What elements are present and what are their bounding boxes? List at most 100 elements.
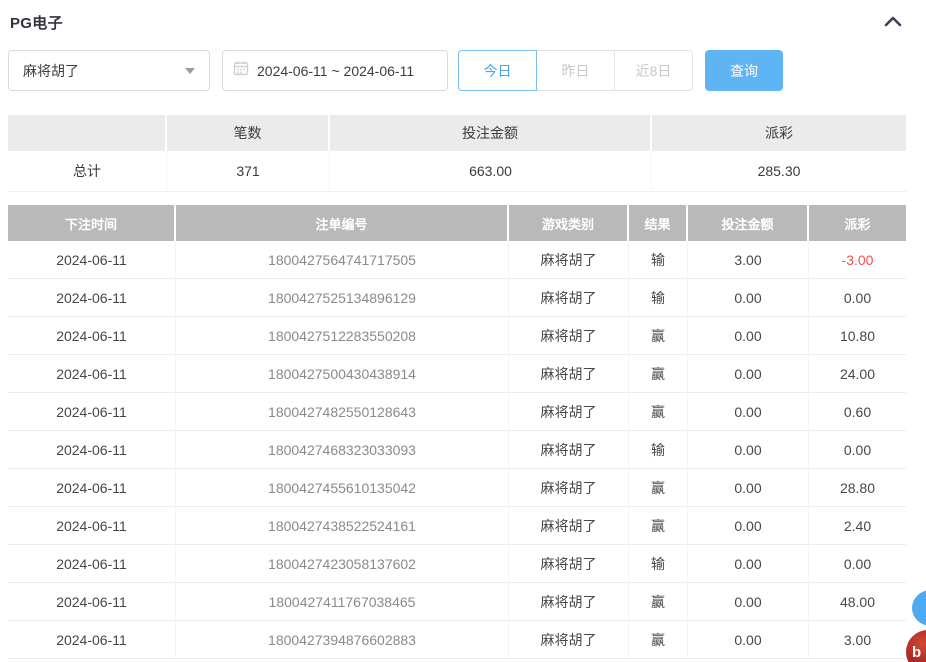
table-row: 2024-06-111800427423058137602麻将胡了输0.000.…: [8, 545, 906, 583]
game-type-cell: 麻将胡了: [509, 545, 629, 583]
brand-logo-letter: b: [912, 644, 921, 661]
game-type-cell: 麻将胡了: [509, 431, 629, 469]
summary-header-empty: [8, 115, 167, 151]
bet-id-cell: 1800427468323033093: [176, 431, 509, 469]
records-header-bet-amount: 投注金额: [688, 205, 809, 241]
bet-amount-cell: 3.00: [688, 241, 809, 279]
quick-filter-group: 今日 昨日 近8日: [458, 50, 693, 91]
bet-amount-cell: 0.00: [688, 279, 809, 317]
date-range-input[interactable]: 2024-06-11 ~ 2024-06-11: [222, 50, 448, 91]
bet-time-cell: 2024-06-11: [8, 241, 176, 279]
collapse-button[interactable]: [880, 11, 906, 33]
payout-cell: 0.00: [809, 545, 906, 583]
bet-id-cell: 1800427525134896129: [176, 279, 509, 317]
records-table: 下注时间 注单编号 游戏类别 结果 投注金额 派彩 2024-06-111800…: [8, 205, 906, 659]
game-type-cell: 麻将胡了: [509, 355, 629, 393]
game-type-cell: 麻将胡了: [509, 317, 629, 355]
result-cell: 赢: [629, 393, 688, 431]
game-select-value: 麻将胡了: [23, 61, 79, 81]
floating-brand-button[interactable]: b: [906, 630, 926, 662]
pg-records-panel: PG电子 麻将胡了 2024-06-11 ~ 2024-06-11 今日 昨日 …: [0, 0, 926, 662]
bet-amount-cell: 0.00: [688, 317, 809, 355]
bet-time-cell: 2024-06-11: [8, 393, 176, 431]
table-row: 2024-06-111800427411767038465麻将胡了赢0.0048…: [8, 583, 906, 621]
payout-cell: 0.00: [809, 279, 906, 317]
filter-bar: 麻将胡了 2024-06-11 ~ 2024-06-11 今日 昨日 近8日 查…: [8, 50, 783, 91]
query-button[interactable]: 查询: [705, 50, 783, 91]
result-cell: 输: [629, 545, 688, 583]
calendar-icon: [233, 60, 249, 81]
quick-filter-yesterday[interactable]: 昨日: [536, 50, 615, 91]
table-row: 2024-06-111800427525134896129麻将胡了输0.000.…: [8, 279, 906, 317]
records-header-bet-id: 注单编号: [176, 205, 509, 241]
bet-id-cell: 1800427394876602883: [176, 621, 509, 659]
bet-id-cell: 1800427564741717505: [176, 241, 509, 279]
game-type-cell: 麻将胡了: [509, 469, 629, 507]
summary-total-count: 371: [167, 151, 330, 192]
quick-filter-today[interactable]: 今日: [458, 50, 537, 91]
payout-cell: 28.80: [809, 469, 906, 507]
summary-header-row: 笔数 投注金额 派彩: [8, 115, 906, 151]
bet-time-cell: 2024-06-11: [8, 279, 176, 317]
result-cell: 赢: [629, 583, 688, 621]
summary-header-count: 笔数: [167, 115, 330, 151]
result-cell: 输: [629, 431, 688, 469]
result-cell: 赢: [629, 355, 688, 393]
table-row: 2024-06-111800427468323033093麻将胡了输0.000.…: [8, 431, 906, 469]
summary-header-payout: 派彩: [652, 115, 906, 151]
result-cell: 赢: [629, 507, 688, 545]
payout-cell: 2.40: [809, 507, 906, 545]
bet-amount-cell: 0.00: [688, 507, 809, 545]
table-row: 2024-06-111800427564741717505麻将胡了输3.00-3…: [8, 241, 906, 279]
chevron-down-icon: [185, 68, 195, 74]
quick-filter-last8days[interactable]: 近8日: [614, 50, 693, 91]
game-type-cell: 麻将胡了: [509, 621, 629, 659]
records-rows: 2024-06-111800427564741717505麻将胡了输3.00-3…: [8, 241, 906, 659]
bet-amount-cell: 0.00: [688, 469, 809, 507]
payout-cell: 24.00: [809, 355, 906, 393]
bet-id-cell: 1800427482550128643: [176, 393, 509, 431]
table-row: 2024-06-111800427455610135042麻将胡了赢0.0028…: [8, 469, 906, 507]
bet-amount-cell: 0.00: [688, 621, 809, 659]
table-row: 2024-06-111800427394876602883麻将胡了赢0.003.…: [8, 621, 906, 659]
floating-chat-button[interactable]: [912, 590, 926, 626]
panel-header: PG电子: [10, 10, 906, 34]
summary-header-bet-amount: 投注金额: [330, 115, 652, 151]
payout-cell: 0.60: [809, 393, 906, 431]
bet-time-cell: 2024-06-11: [8, 469, 176, 507]
result-cell: 赢: [629, 469, 688, 507]
bet-time-cell: 2024-06-11: [8, 355, 176, 393]
table-row: 2024-06-111800427512283550208麻将胡了赢0.0010…: [8, 317, 906, 355]
bet-time-cell: 2024-06-11: [8, 317, 176, 355]
payout-cell: 48.00: [809, 583, 906, 621]
result-cell: 输: [629, 241, 688, 279]
game-select[interactable]: 麻将胡了: [8, 50, 210, 91]
table-row: 2024-06-111800427500430438914麻将胡了赢0.0024…: [8, 355, 906, 393]
game-type-cell: 麻将胡了: [509, 583, 629, 621]
summary-total-label: 总计: [8, 151, 167, 192]
bet-id-cell: 1800427411767038465: [176, 583, 509, 621]
table-row: 2024-06-111800427482550128643麻将胡了赢0.000.…: [8, 393, 906, 431]
game-type-cell: 麻将胡了: [509, 241, 629, 279]
bet-time-cell: 2024-06-11: [8, 507, 176, 545]
result-cell: 赢: [629, 621, 688, 659]
records-header-result: 结果: [629, 205, 688, 241]
bet-amount-cell: 0.00: [688, 545, 809, 583]
bet-time-cell: 2024-06-11: [8, 545, 176, 583]
chevron-up-icon: [884, 15, 902, 30]
payout-cell: 10.80: [809, 317, 906, 355]
date-range-value: 2024-06-11 ~ 2024-06-11: [257, 63, 414, 79]
result-cell: 输: [629, 279, 688, 317]
bet-amount-cell: 0.00: [688, 355, 809, 393]
page-title: PG电子: [10, 12, 63, 33]
summary-table: 笔数 投注金额 派彩 总计 371 663.00 285.30: [8, 115, 906, 192]
payout-cell: 3.00: [809, 621, 906, 659]
bet-id-cell: 1800427423058137602: [176, 545, 509, 583]
records-header-game-type: 游戏类别: [509, 205, 629, 241]
bet-amount-cell: 0.00: [688, 583, 809, 621]
summary-total-payout: 285.30: [652, 151, 906, 192]
records-header-row: 下注时间 注单编号 游戏类别 结果 投注金额 派彩: [8, 205, 906, 241]
table-row: 2024-06-111800427438522524161麻将胡了赢0.002.…: [8, 507, 906, 545]
bet-amount-cell: 0.00: [688, 393, 809, 431]
records-header-payout: 派彩: [809, 205, 906, 241]
